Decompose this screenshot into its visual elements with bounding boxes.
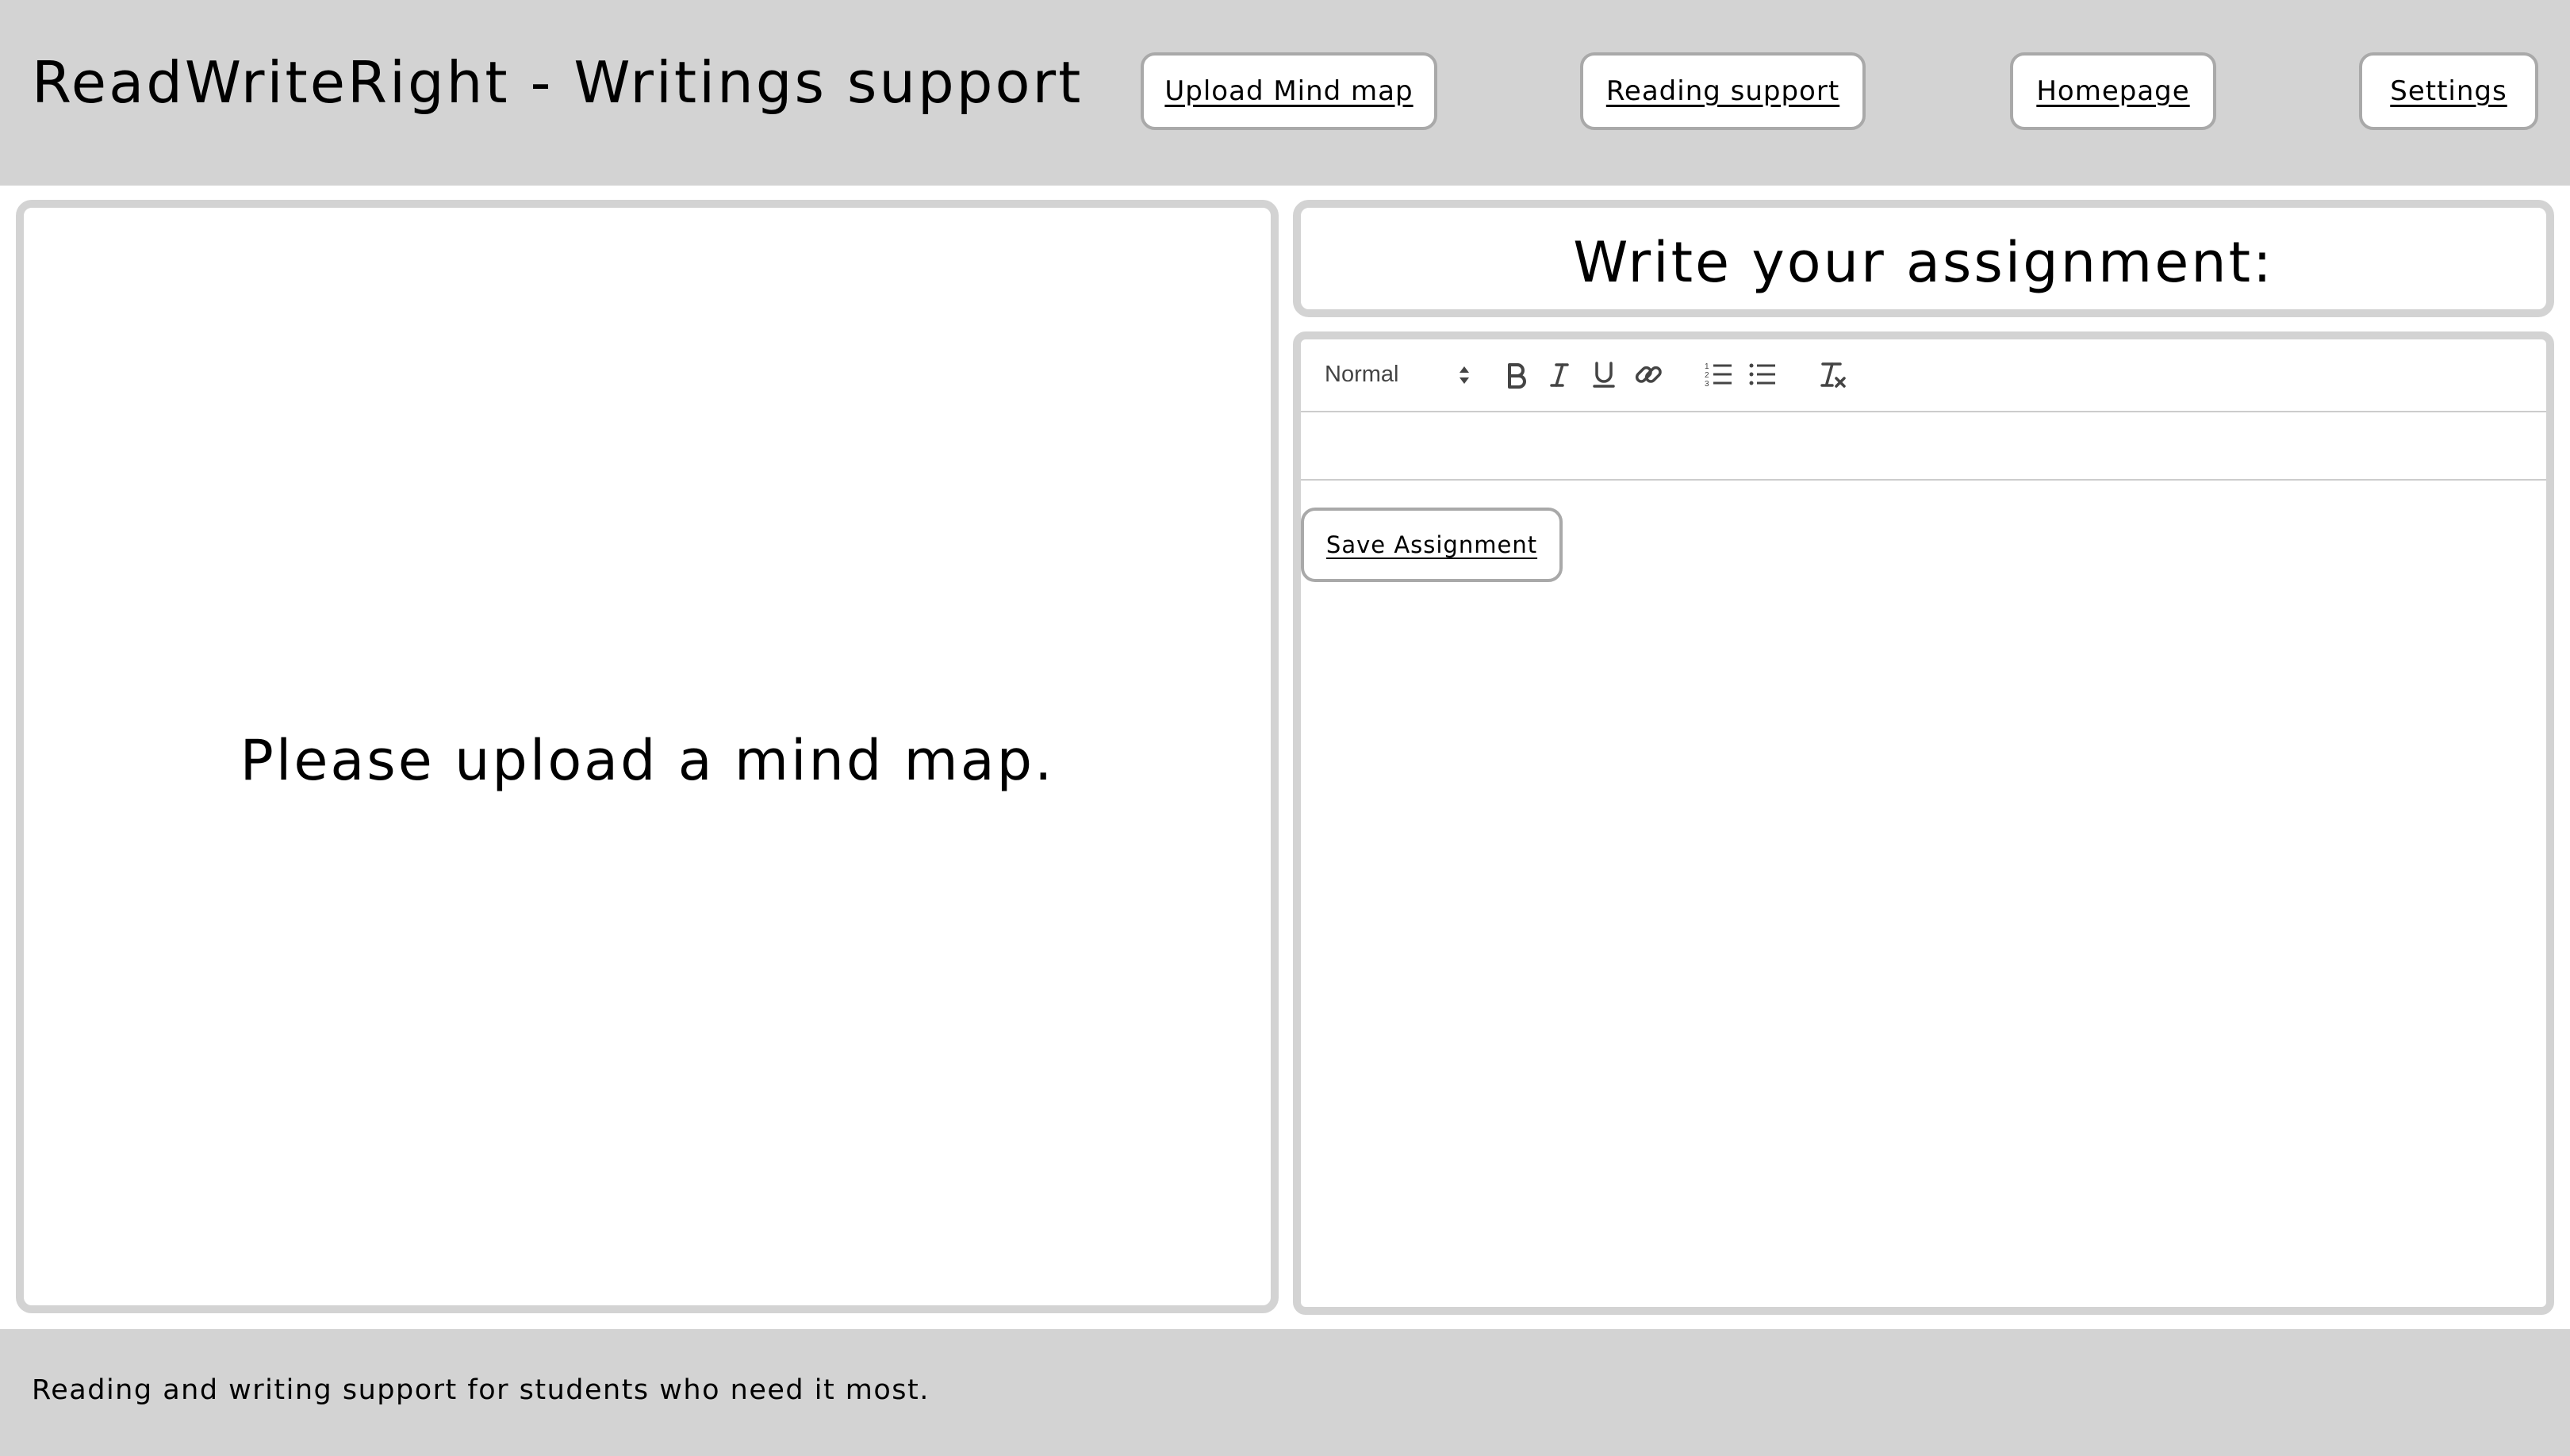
settings-button[interactable]: Settings <box>2359 52 2538 130</box>
bold-icon[interactable] <box>1498 357 1533 392</box>
mind-map-panel: Please upload a mind map. <box>16 200 1279 1313</box>
footer-tagline: Reading and writing support for students… <box>32 1374 930 1406</box>
assignment-text-editor[interactable] <box>1301 412 2546 481</box>
assignment-title-panel: Write your assignment: <box>1293 200 2554 317</box>
upload-mind-map-button[interactable]: Upload Mind map <box>1141 52 1437 130</box>
svg-text:3: 3 <box>1705 380 1709 389</box>
assignment-editor-panel: Normal 1 2 3 Save Assignment <box>1293 331 2554 1315</box>
select-arrows-icon <box>1460 366 1469 384</box>
underline-icon[interactable] <box>1586 357 1621 392</box>
ordered-list-icon[interactable]: 1 2 3 <box>1701 357 1736 392</box>
link-icon[interactable] <box>1631 357 1666 392</box>
svg-text:2: 2 <box>1705 371 1709 380</box>
assignment-heading: Write your assignment: <box>1573 230 2274 295</box>
app-title: ReadWriteRight - Writings support <box>32 49 1084 116</box>
bullet-list-icon[interactable] <box>1745 357 1780 392</box>
editor-toolbar: Normal 1 2 3 <box>1301 339 2546 412</box>
homepage-button[interactable]: Homepage <box>2010 52 2216 130</box>
footer-bar: Reading and writing support for students… <box>0 1329 2570 1456</box>
mind-map-placeholder-text: Please upload a mind map. <box>240 728 1055 793</box>
format-select[interactable]: Normal <box>1325 357 1460 392</box>
clear-format-icon[interactable] <box>1815 357 1850 392</box>
save-assignment-button[interactable]: Save Assignment <box>1301 508 1563 582</box>
italic-icon[interactable] <box>1542 357 1577 392</box>
header-bar: ReadWriteRight - Writings support Upload… <box>0 0 2570 186</box>
reading-support-button[interactable]: Reading support <box>1580 52 1866 130</box>
svg-text:1: 1 <box>1705 362 1709 371</box>
